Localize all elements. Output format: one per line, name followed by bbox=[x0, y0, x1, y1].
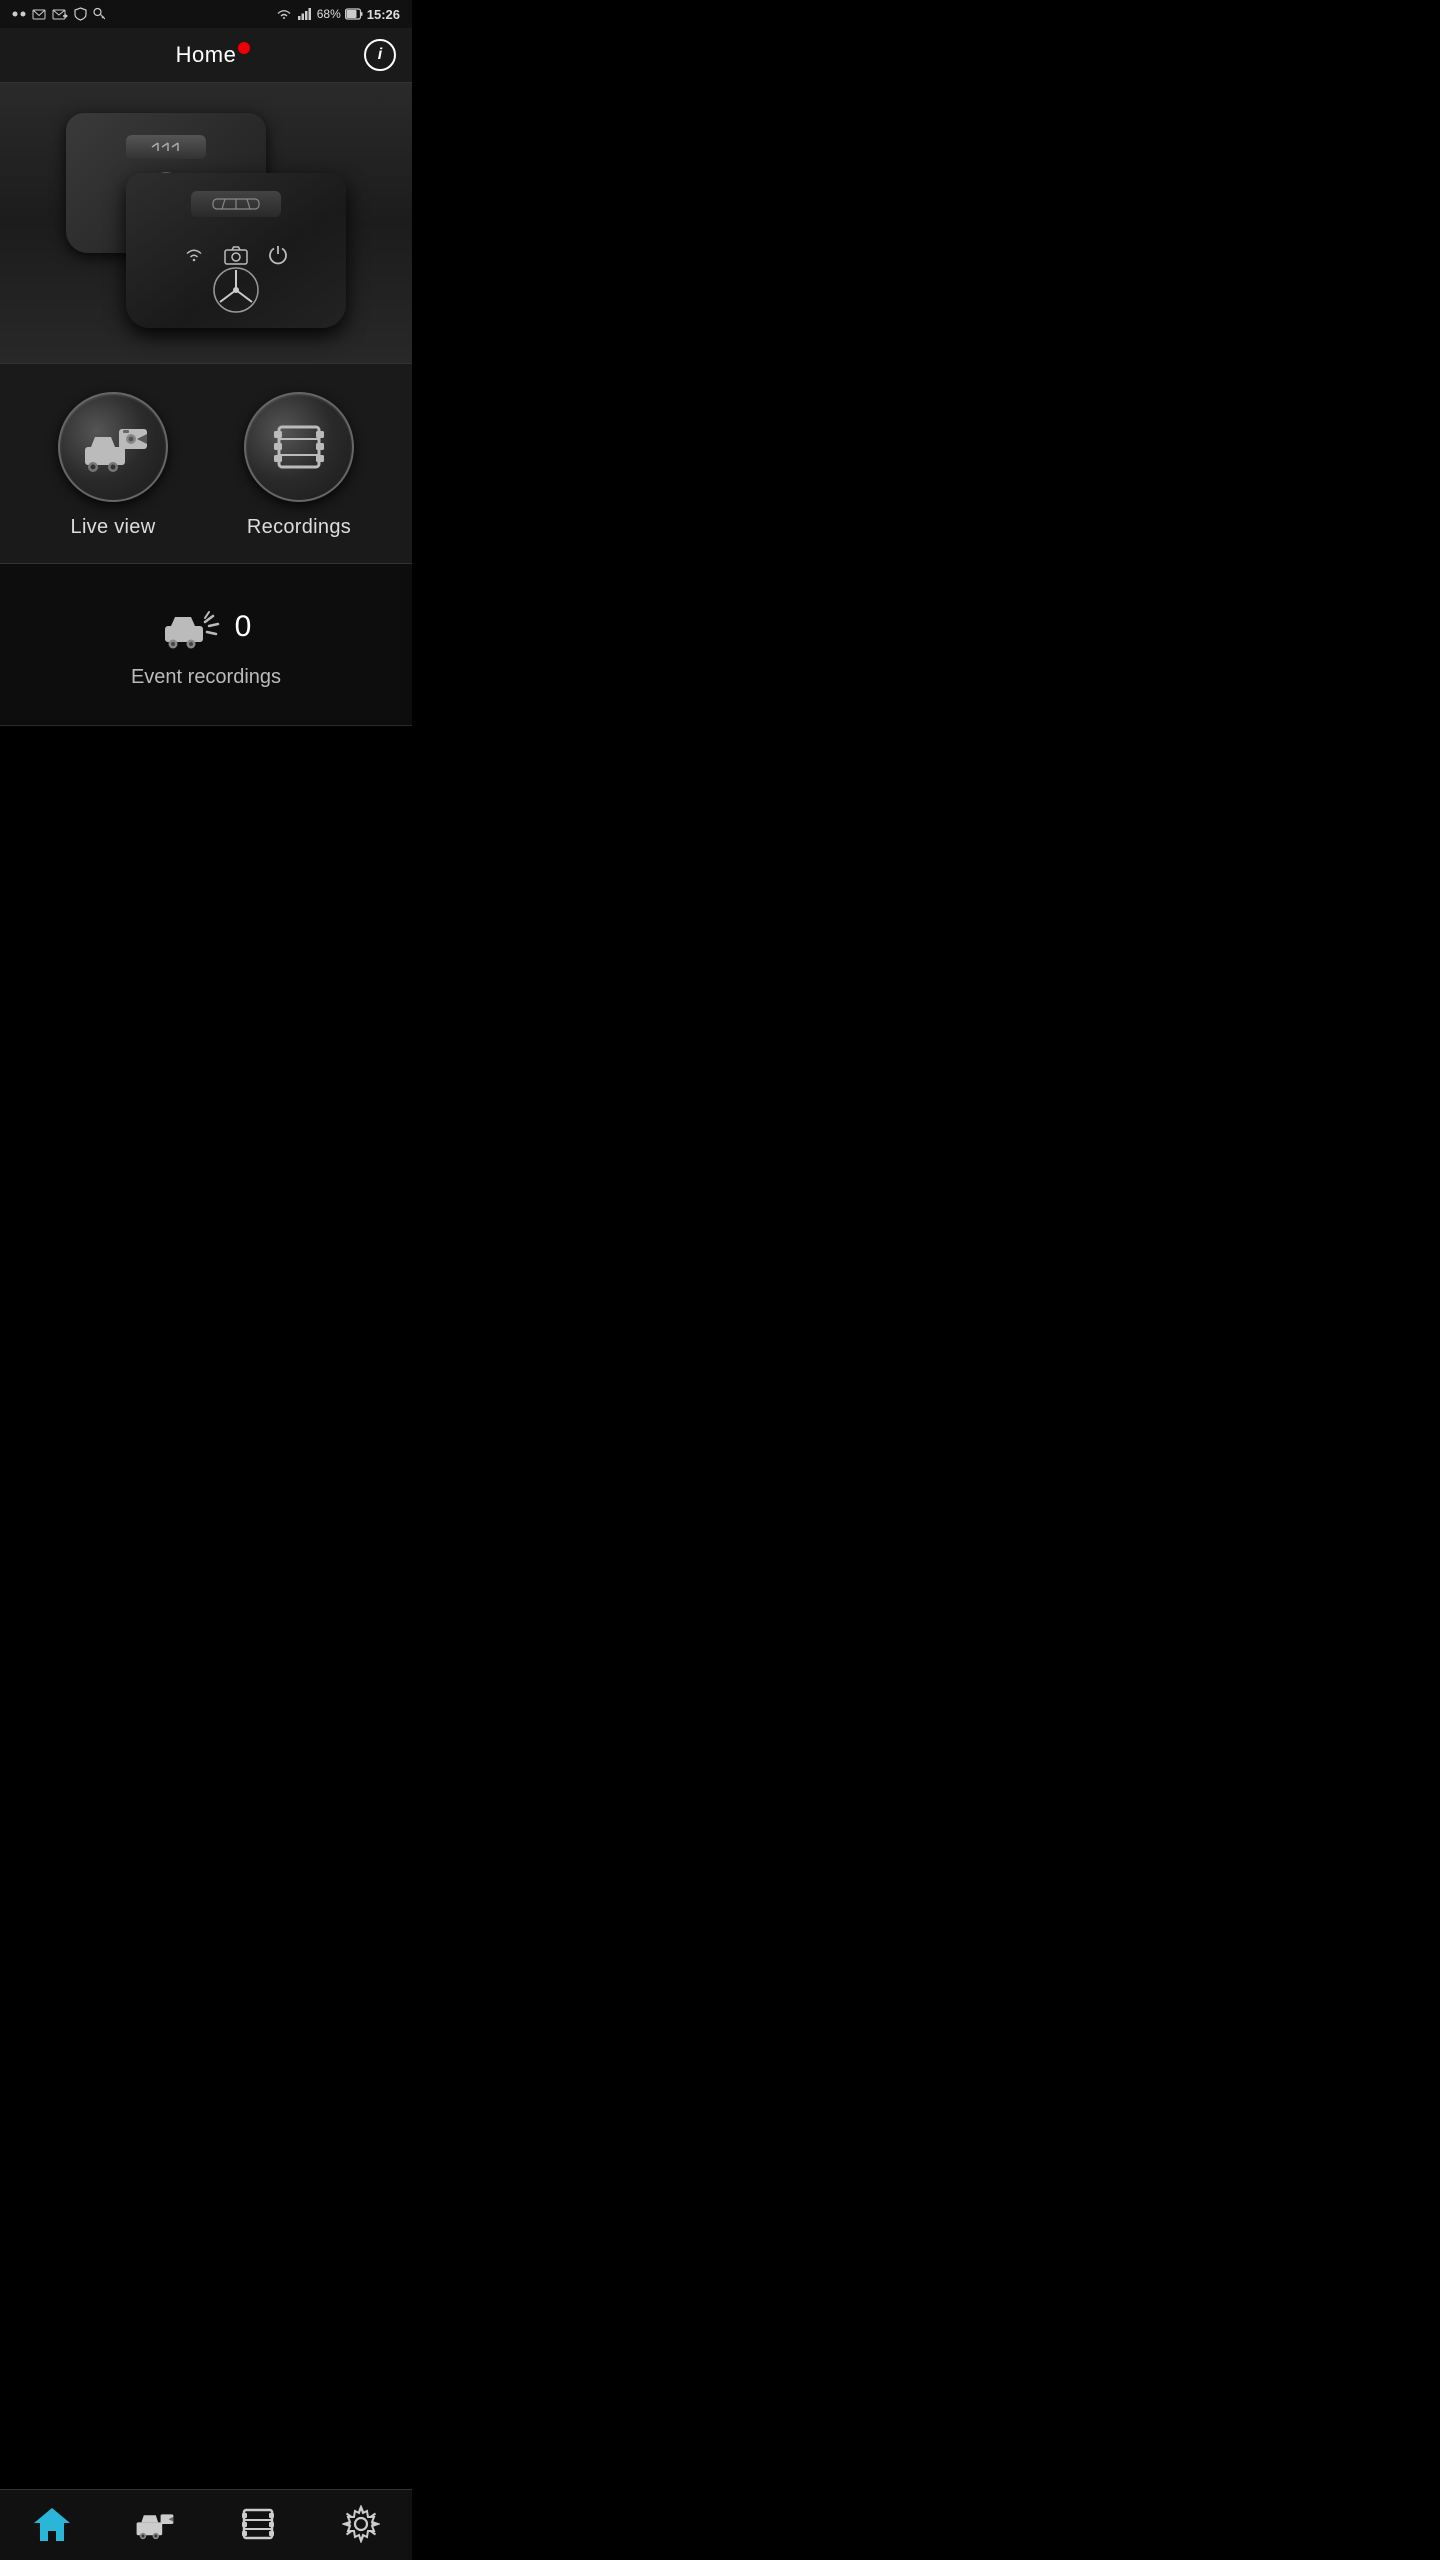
device-front-buttons bbox=[180, 241, 292, 269]
recording-indicator bbox=[238, 42, 250, 54]
key-icon bbox=[93, 7, 105, 21]
mercedes-star-front bbox=[212, 266, 260, 314]
recordings-icon bbox=[269, 417, 329, 477]
gmail-icon bbox=[32, 7, 46, 21]
time: 15:26 bbox=[367, 7, 400, 22]
wifi-btn-icon bbox=[180, 241, 208, 269]
wifi-icon bbox=[275, 7, 293, 21]
device-front-top-button bbox=[191, 191, 281, 217]
nav-liveview-icon bbox=[135, 2504, 175, 2544]
shield-icon bbox=[74, 7, 87, 21]
device-image-section bbox=[0, 83, 412, 363]
events-count: 0 bbox=[235, 610, 252, 644]
recordings-label: Recordings bbox=[247, 516, 351, 539]
nav-settings[interactable] bbox=[309, 2500, 412, 2548]
signal-icon bbox=[297, 7, 313, 21]
battery-icon bbox=[345, 8, 363, 20]
recordings-action[interactable]: Recordings bbox=[206, 392, 392, 539]
dots-icon bbox=[12, 7, 26, 21]
live-view-icon bbox=[77, 417, 149, 477]
live-view-action[interactable]: Live view bbox=[20, 392, 206, 539]
mail-forward-icon bbox=[52, 7, 68, 21]
settings-icon bbox=[341, 2504, 381, 2544]
events-label: Event recordings bbox=[131, 666, 281, 689]
recordings-circle bbox=[244, 392, 354, 502]
header: Home i bbox=[0, 28, 412, 83]
live-view-label: Live view bbox=[71, 516, 156, 539]
live-view-circle bbox=[58, 392, 168, 502]
nav-home[interactable] bbox=[0, 2500, 103, 2548]
home-icon bbox=[32, 2504, 72, 2544]
bottom-nav bbox=[0, 2489, 412, 2560]
battery-percent: 68% bbox=[317, 7, 341, 21]
page-title: Home bbox=[176, 42, 237, 68]
camera-btn-icon bbox=[222, 241, 250, 269]
device-front bbox=[126, 173, 346, 328]
status-icons-left bbox=[12, 7, 105, 21]
nav-recordings[interactable] bbox=[206, 2500, 309, 2548]
device-back-top-button bbox=[126, 135, 206, 159]
status-bar: 68% 15:26 bbox=[0, 0, 412, 28]
crash-car-icon bbox=[161, 604, 221, 650]
actions-section: Live view Recordings bbox=[0, 363, 412, 564]
status-icons-right: 68% 15:26 bbox=[275, 7, 400, 22]
device-illustration bbox=[46, 103, 366, 343]
events-row: 0 bbox=[161, 604, 252, 650]
nav-recordings-icon bbox=[238, 2504, 278, 2544]
power-btn-icon bbox=[264, 241, 292, 269]
events-section: 0 Event recordings bbox=[0, 564, 412, 726]
info-button[interactable]: i bbox=[364, 39, 396, 71]
nav-liveview[interactable] bbox=[103, 2500, 206, 2548]
